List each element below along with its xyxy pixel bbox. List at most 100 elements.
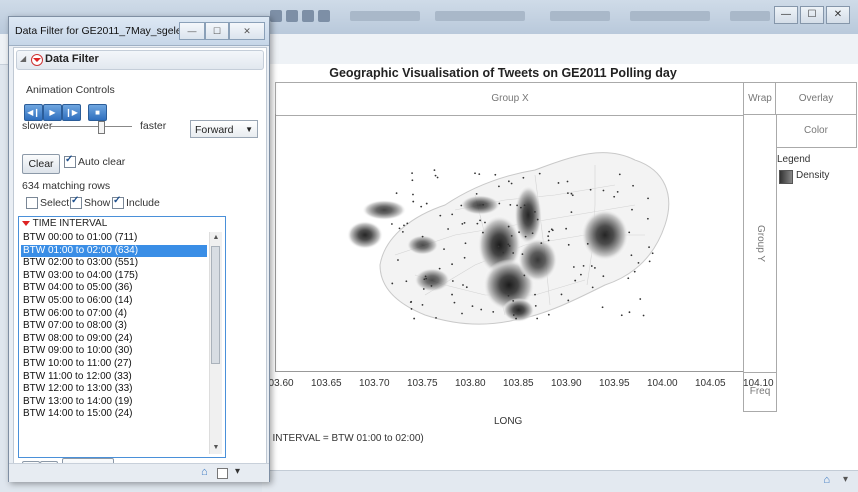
time-interval-item[interactable]: BTW 07:00 to 08:00 (3) [21,320,207,333]
tweet-point [424,275,427,278]
density-blob [347,221,383,249]
scroll-down-icon[interactable]: ▼ [210,442,222,454]
tweet-point [601,306,604,309]
red-triangle-menu-icon[interactable] [31,54,43,67]
data-filter-outline-header[interactable]: ◢ Data Filter [16,50,264,70]
disclosure-icon[interactable]: ◢ [20,54,26,63]
time-interval-item[interactable]: BTW 01:00 to 02:00 (634) [21,244,207,258]
time-interval-item[interactable]: BTW 03:00 to 04:00 (175) [21,270,207,283]
play-icon[interactable]: ▶ [43,104,62,121]
tweet-point [390,223,393,225]
toolbar-blurred-item[interactable] [730,11,770,21]
clear-button[interactable]: Clear [22,154,60,174]
tweet-point [519,206,522,209]
toolbar-blurred-item[interactable] [550,11,610,21]
time-interval-item[interactable]: BTW 05:00 to 06:00 (14) [21,295,207,308]
wrap-zone[interactable]: Wrap [743,82,777,116]
x-tick-label: 104.10 [743,378,774,389]
home-icon[interactable]: ⌂ [823,474,830,486]
overlay-zone[interactable]: Overlay [775,82,857,116]
select-checkbox[interactable]: Select [26,197,69,210]
tweet-point [510,182,513,185]
stop-icon[interactable]: ■ [88,104,107,121]
dialog-titlebar[interactable]: Data Filter for GE2011_7May_sgele... — ☐… [9,17,269,46]
include-checkbox[interactable]: Include [112,195,160,210]
density-blob [362,200,407,220]
time-interval-title: TIME INTERVAL [32,218,108,229]
toolbar-icon[interactable] [286,10,298,22]
time-interval-item[interactable]: BTW 04:00 to 05:00 (36) [21,282,207,295]
menu-dropdown-icon[interactable]: ▾ [235,466,240,477]
time-interval-item[interactable]: BTW 08:00 to 09:00 (24) [21,333,207,346]
dialog-close-button[interactable]: ✕ [229,22,265,40]
time-interval-item[interactable]: BTW 14:00 to 15:00 (24) [21,408,207,421]
home-icon[interactable]: ⌂ [201,466,208,478]
speed-slider-thumb[interactable] [98,121,105,134]
tweet-point [412,193,414,196]
toolbar-icon[interactable] [302,10,314,22]
list-scrollbar[interactable]: ▲ ▼ [209,232,222,454]
toolbar-blurred-item[interactable] [350,11,420,21]
time-interval-item[interactable]: BTW 10:00 to 11:00 (27) [21,358,207,371]
group-y-zone[interactable]: Group Y [743,114,777,374]
tweet-point [479,219,481,222]
time-interval-item[interactable]: BTW 06:00 to 07:00 (4) [21,308,207,321]
scrollbar-thumb[interactable] [211,246,220,364]
tweet-point [465,286,468,289]
toolbar-blurred-item[interactable] [630,11,710,21]
direction-value: Forward [195,124,234,136]
auto-clear-checkbox[interactable]: Auto clear [64,154,125,169]
time-interval-item[interactable]: BTW 02:00 to 03:00 (551) [21,257,207,270]
scroll-up-icon[interactable]: ▲ [210,232,222,244]
step-forward-icon[interactable]: ❙▶ [62,104,81,121]
tweet-point [451,213,454,216]
tweet-point [589,188,592,191]
checkbox-icon[interactable] [26,197,38,210]
time-interval-list[interactable]: BTW 00:00 to 01:00 (711) BTW 01:00 to 02:… [21,232,207,454]
dialog-minimize-button[interactable]: — [179,22,205,40]
close-button[interactable]: ✕ [826,6,850,24]
density-map[interactable] [275,115,743,371]
tweet-point [567,299,570,302]
x-tick-label: 103.70 [359,378,390,389]
checkbox-checked-icon[interactable] [70,195,82,210]
tweet-point [403,224,405,227]
direction-select[interactable]: Forward ▼ [190,120,258,138]
toolbar-icon[interactable] [318,10,330,22]
tweet-point [397,259,399,261]
group-x-zone[interactable]: Group X [275,82,745,116]
menu-dropdown-icon[interactable]: ▾ [843,474,848,485]
red-triangle-icon[interactable] [22,220,30,226]
tweet-point [582,264,585,267]
maximize-button[interactable]: ☐ [800,6,824,24]
tweet-point [435,316,437,319]
show-checkbox[interactable]: Show [70,195,110,210]
tweet-point [518,231,520,234]
tweet-point [567,243,570,246]
tweet-point [410,308,413,310]
toolbar-icon[interactable] [270,10,282,22]
color-zone[interactable]: Color [775,114,857,148]
checkbox-checked-icon[interactable] [112,195,124,210]
checkbox-checked-icon[interactable] [64,154,76,169]
time-interval-item[interactable]: BTW 00:00 to 01:00 (711) [21,232,207,245]
step-back-icon[interactable]: ◀❙ [24,104,43,121]
tweet-point [425,277,428,280]
time-interval-item[interactable]: BTW 11:00 to 12:00 (33) [21,371,207,384]
window-icon[interactable] [217,468,228,479]
x-tick-label: 103.75 [407,378,438,389]
time-interval-item[interactable]: BTW 09:00 to 10:00 (30) [21,345,207,358]
chevron-down-icon: ▼ [245,125,253,134]
dialog-maximize-button[interactable]: ☐ [205,22,229,40]
speed-slider-track[interactable] [50,126,132,127]
tweet-point [637,261,640,264]
time-interval-item[interactable]: BTW 12:00 to 13:00 (33) [21,383,207,396]
time-interval-item[interactable]: BTW 13:00 to 14:00 (19) [21,396,207,409]
tweet-point [413,317,416,320]
time-interval-header[interactable]: TIME INTERVAL [19,217,225,231]
main-toolbar [260,6,820,28]
toolbar-blurred-item[interactable] [435,11,525,21]
minimize-button[interactable]: — [774,6,798,24]
tweet-point [425,202,428,205]
tweet-point [439,214,442,217]
